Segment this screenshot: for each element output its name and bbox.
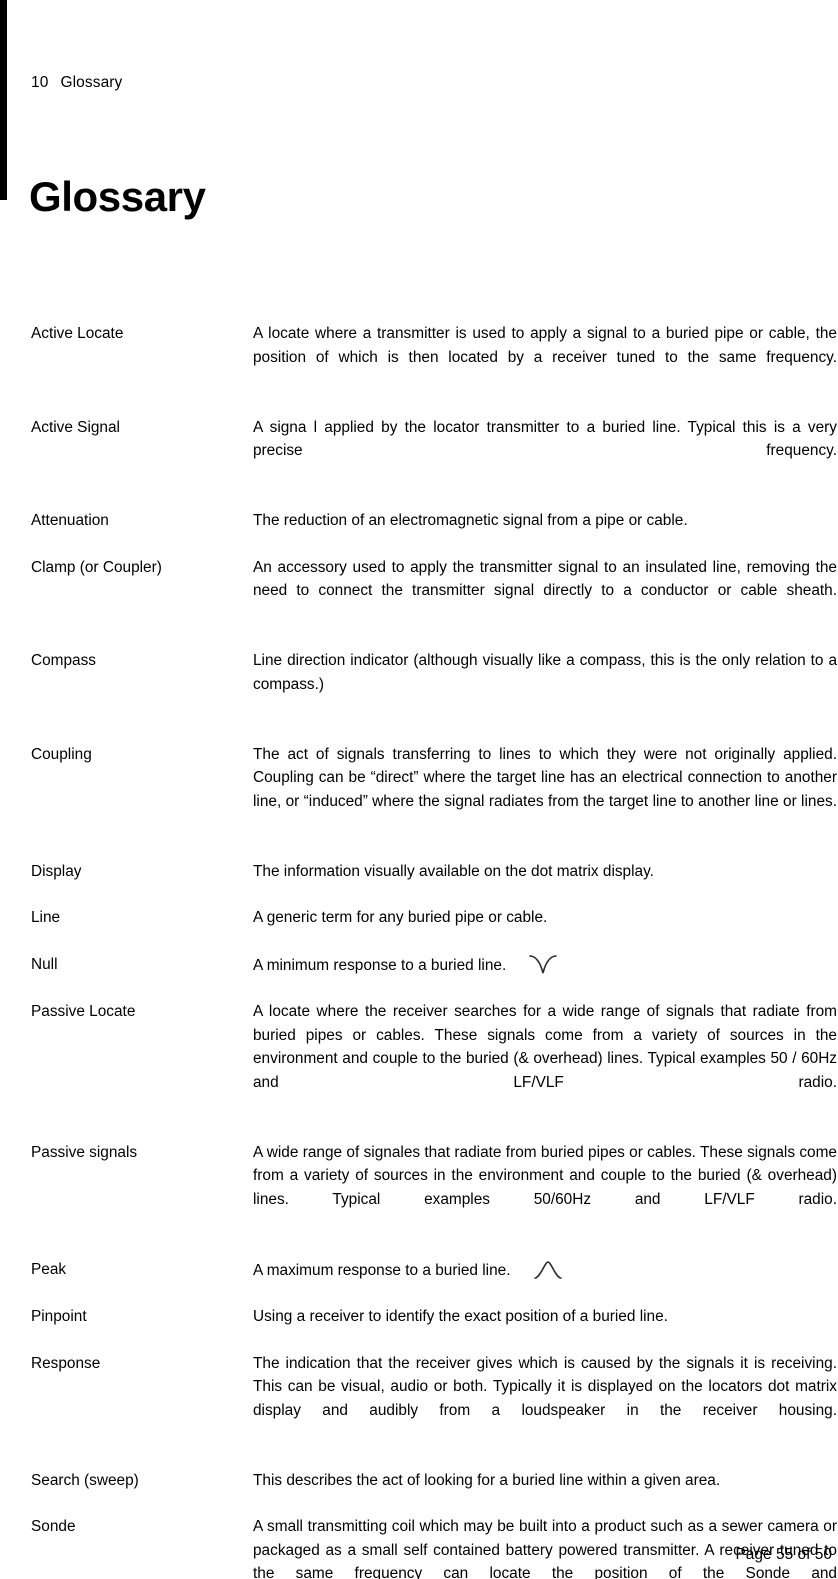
glossary-term: Display <box>31 862 82 880</box>
glossary-term: Active Locate <box>31 325 124 342</box>
glossary-definition: The information visually available on th… <box>253 860 837 884</box>
running-head-chapter-number: 10 <box>31 74 49 91</box>
glossary-entry: Display The information visually availabl… <box>31 860 837 884</box>
glossary-term: Response <box>31 1354 101 1372</box>
glossary-entry: Null A minimum response to a buried line. <box>31 953 837 978</box>
glossary-definition-text: This describes the act of looking for a … <box>253 1471 721 1489</box>
glossary-definition-text: The information visually available on th… <box>253 862 654 880</box>
glossary-definition-text: An accessory used to apply the transmitt… <box>253 558 837 600</box>
glossary-definition: The reduction of an electromagnetic sign… <box>253 509 837 533</box>
glossary-definition-text: The act of signals transferring to lines… <box>253 745 837 810</box>
glossary-term: Search (sweep) <box>31 1471 139 1489</box>
glossary-entry-list: Active Locate A locate where a transmitte… <box>31 322 837 1579</box>
footer-page-number: Page 55 of 50 <box>735 1546 832 1563</box>
glossary-definition-text: A locate where the receiver searches for… <box>253 1003 837 1091</box>
glossary-definition: This describes the act of looking for a … <box>253 1469 837 1493</box>
glossary-entry: Compass Line direction indicator (althoug… <box>31 649 837 720</box>
glossary-definition-text: The reduction of an electromagnetic sign… <box>253 512 688 529</box>
glossary-term: Coupling <box>31 745 92 763</box>
running-head-chapter-name: Glossary <box>60 74 123 91</box>
glossary-definition: The act of signals transferring to lines… <box>253 743 837 837</box>
glossary-term: Peak <box>31 1260 67 1278</box>
glossary-definition-text: The indication that the receiver gives w… <box>253 1354 837 1419</box>
glossary-definition: Line direction indicator (although visua… <box>253 649 837 720</box>
glossary-entry: Pinpoint Using a receiver to identify the… <box>31 1305 837 1329</box>
glossary-term: Passive Locate <box>31 1003 136 1020</box>
running-head: 10 Glossary <box>31 74 122 92</box>
glossary-term: Active Signal <box>31 418 120 436</box>
glossary-definition: The indication that the receiver gives w… <box>253 1352 837 1446</box>
glossary-entry: Line A generic term for any buried pipe o… <box>31 906 837 930</box>
glossary-term: Attenuation <box>31 512 109 529</box>
glossary-entry: Peak A maximum response to a buried line. <box>31 1258 837 1283</box>
glossary-term: Sonde <box>31 1518 76 1535</box>
glossary-entry: Response The indication that the receiver… <box>31 1352 837 1446</box>
glossary-term: Clamp (or Coupler) <box>31 558 162 576</box>
glossary-entry: Active Signal A signa l applied by the lo… <box>31 416 837 487</box>
glossary-entry: Passive Locate A locate where the receive… <box>31 1000 837 1118</box>
glossary-definition: A locate where a transmitter is used to … <box>253 322 837 393</box>
glossary-entry: Passive signals A wide range of signales … <box>31 1141 837 1235</box>
page-title: Glossary <box>29 173 206 221</box>
glossary-term: Compass <box>31 652 97 669</box>
document-page: 10 Glossary Glossary Active Locate A locat… <box>0 0 838 1579</box>
glossary-term: Pinpoint <box>31 1308 87 1325</box>
glossary-definition-text: A generic term for any buried pipe or ca… <box>253 909 548 926</box>
glossary-term: Passive signals <box>31 1143 138 1161</box>
glossary-entry: Coupling The act of signals transferring … <box>31 743 837 837</box>
glossary-definition: A maximum response to a buried line. <box>253 1258 837 1283</box>
glossary-definition-text: A signa l applied by the locator transmi… <box>253 418 837 460</box>
glossary-definition: Using a receiver to identify the exact p… <box>253 1305 837 1329</box>
glossary-entry: Search (sweep) This describes the act of … <box>31 1469 837 1493</box>
glossary-definition-text: A minimum response to a buried line. <box>253 956 507 974</box>
peak-response-curve-icon <box>533 1258 563 1280</box>
null-response-curve-icon <box>528 953 558 975</box>
glossary-definition-text: A locate where a transmitter is used to … <box>253 325 837 366</box>
glossary-term: Line <box>31 909 61 926</box>
glossary-definition-text: Using a receiver to identify the exact p… <box>253 1308 668 1325</box>
glossary-definition: A minimum response to a buried line. <box>253 953 837 978</box>
glossary-definition: An accessory used to apply the transmitt… <box>253 556 837 627</box>
glossary-entry: Attenuation The reduction of an electroma… <box>31 509 837 533</box>
glossary-entry: Active Locate A locate where a transmitte… <box>31 322 837 393</box>
glossary-entry: Clamp (or Coupler) An accessory used to a… <box>31 556 837 627</box>
glossary-definition: A locate where the receiver searches for… <box>253 1000 837 1118</box>
glossary-entry: Sonde A small transmitting coil which may… <box>31 1515 837 1579</box>
glossary-definition: A signa l applied by the locator transmi… <box>253 416 837 487</box>
glossary-definition: A wide range of signales that radiate fr… <box>253 1141 837 1235</box>
glossary-term: Null <box>31 955 58 973</box>
glossary-definition-text: A maximum response to a buried line. <box>253 1261 511 1279</box>
glossary-definition: A generic term for any buried pipe or ca… <box>253 906 837 930</box>
chapter-rule-decoration <box>0 0 7 200</box>
glossary-definition-text: Line direction indicator (although visua… <box>253 652 837 693</box>
glossary-definition-text: A wide range of signales that radiate fr… <box>253 1143 837 1208</box>
